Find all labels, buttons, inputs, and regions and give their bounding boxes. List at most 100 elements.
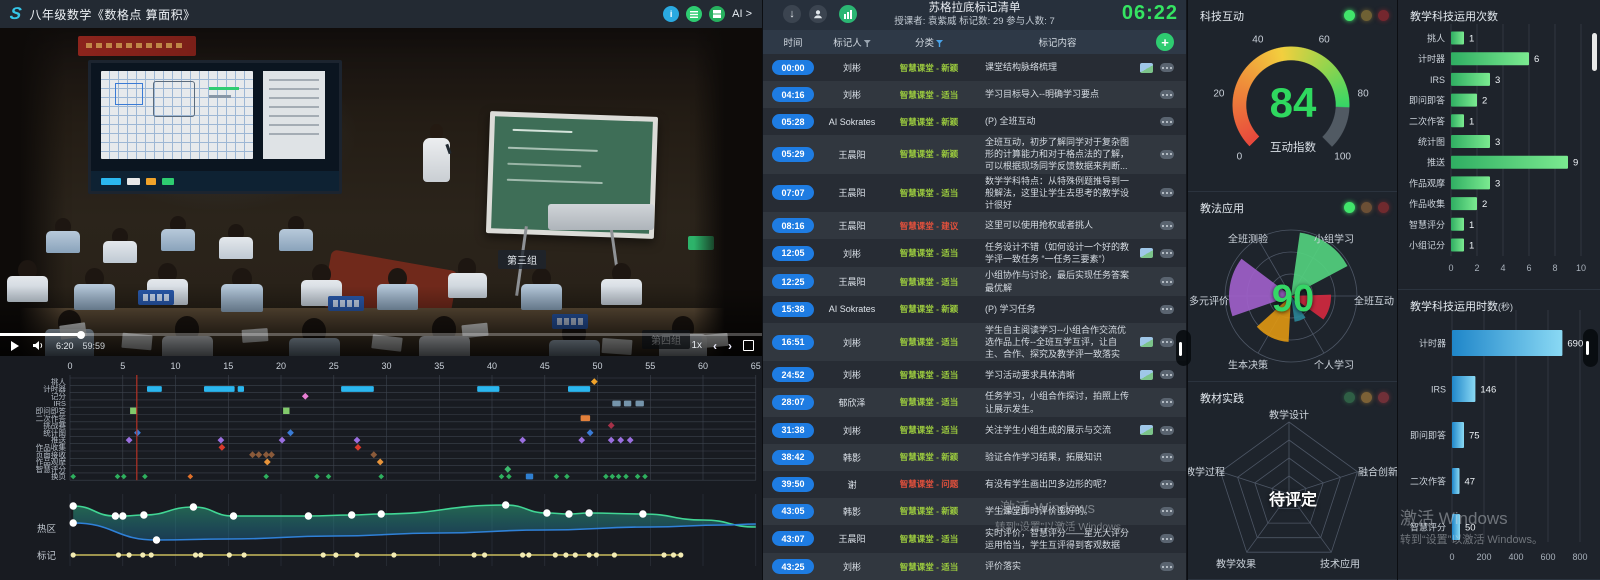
comment-icon[interactable]	[1160, 188, 1174, 197]
list-item[interactable]: 43:25刘彬智慧课堂 - 适当评价落实	[763, 553, 1186, 580]
image-icon[interactable]	[1140, 337, 1153, 347]
panel-material: 教材实践 待评定 教学设计融合创新技术应用教学效果教学过程	[1188, 382, 1397, 580]
comment-icon[interactable]	[1160, 480, 1174, 489]
comment-icon[interactable]	[1160, 117, 1174, 126]
comment-icon[interactable]	[1160, 507, 1174, 516]
comment-icon[interactable]	[1160, 398, 1174, 407]
timeline-mark	[121, 474, 127, 480]
image-icon[interactable]	[1140, 248, 1153, 258]
time-badge[interactable]: 00:00	[772, 60, 814, 75]
time-badge[interactable]: 12:05	[772, 246, 814, 261]
list-item[interactable]: 12:25王晨阳智慧课堂 - 适当小组协作与讨论，最后实现任务答案最优解	[763, 267, 1186, 295]
time-badge[interactable]: 07:07	[772, 185, 814, 200]
svg-text:35: 35	[434, 361, 444, 371]
marker-author: AI Sokrates	[823, 304, 881, 314]
time-badge[interactable]: 31:38	[772, 423, 814, 438]
comment-icon[interactable]	[1160, 249, 1174, 258]
volume-icon[interactable]	[32, 340, 44, 351]
time-badge[interactable]: 39:50	[772, 477, 814, 492]
time-badge[interactable]: 38:42	[772, 450, 814, 465]
speed-button[interactable]: 1x	[691, 340, 702, 351]
time-badge[interactable]: 28:07	[772, 395, 814, 410]
list-item[interactable]: 04:16刘彬智慧课堂 - 适当学习目标导入--明确学习要点	[763, 81, 1186, 108]
filter-icon[interactable]	[864, 40, 871, 47]
svg-text:计时器: 计时器	[1419, 338, 1446, 349]
comment-icon[interactable]	[1160, 370, 1174, 379]
col-category[interactable]: 分类	[881, 35, 977, 49]
radar-axis-label: 教学效果	[1216, 556, 1256, 571]
image-icon[interactable]	[1140, 63, 1153, 73]
scroll-indicator[interactable]	[1176, 330, 1191, 366]
comment-icon[interactable]	[1160, 150, 1174, 159]
time-badge[interactable]: 05:29	[772, 147, 814, 162]
list-item[interactable]: 08:16王晨阳智慧课堂 - 建议这里可以使用抢权或者挑人	[763, 212, 1186, 239]
list-item[interactable]: 28:07郁欣泽智慧课堂 - 适当任务学习，小组合作探讨，拍照上传让展示发生。	[763, 388, 1186, 416]
filter-icon[interactable]	[936, 40, 943, 47]
timeline-mark	[642, 474, 648, 480]
image-icon[interactable]	[1140, 425, 1153, 435]
list-item[interactable]: 31:38刘彬智慧课堂 - 适当关注学生小组生成的展示与交流	[763, 417, 1186, 444]
list-item[interactable]: 16:51刘彬智慧课堂 - 适当学生自主阅读学习--小组合作交流优选作品上传--…	[763, 323, 1186, 362]
add-annotation-button[interactable]: +	[1156, 33, 1174, 51]
comment-icon[interactable]	[1160, 277, 1174, 286]
grid-icon[interactable]	[709, 6, 725, 22]
rose-axis-label: 全班测验	[1228, 231, 1268, 246]
comment-icon[interactable]	[1160, 534, 1174, 543]
time-badge[interactable]: 04:16	[772, 87, 814, 102]
comment-icon[interactable]	[1160, 426, 1174, 435]
prev-icon[interactable]: ‹	[713, 339, 717, 353]
time-badge[interactable]: 08:16	[772, 218, 814, 233]
play-button[interactable]	[11, 341, 19, 351]
list-item[interactable]: 24:52刘彬智慧课堂 - 适当学习活动要求具体清晰	[763, 361, 1186, 388]
ai-button[interactable]: AI >	[732, 8, 752, 20]
svg-text:作品观摩: 作品观摩	[1409, 177, 1445, 188]
comment-icon[interactable]	[1160, 305, 1174, 314]
next-icon[interactable]: ›	[728, 339, 732, 353]
svg-text:0: 0	[67, 361, 72, 371]
time-badge[interactable]: 43:05	[772, 504, 814, 519]
status-dot	[1344, 392, 1355, 403]
col-marker[interactable]: 标记人	[823, 35, 881, 49]
time-badge[interactable]: 43:07	[772, 531, 814, 546]
info-icon[interactable]: i	[663, 6, 679, 22]
time-badge[interactable]: 43:25	[772, 559, 814, 574]
list-item[interactable]: 15:38AI Sokrates智慧课堂 - 新颖(P) 学习任务	[763, 296, 1186, 323]
comment-icon[interactable]	[1160, 221, 1174, 230]
list-item[interactable]: 05:28AI Sokrates智慧课堂 - 新颖(P) 全班互动	[763, 108, 1186, 135]
list-item[interactable]: 00:00刘彬智慧课堂 - 新颖课堂结构脉络梳理	[763, 54, 1186, 81]
video-frame[interactable]: 第三组 第四组 6:20 59:59 1x ‹ ›	[0, 28, 762, 356]
progress-bar[interactable]	[0, 333, 762, 336]
timeline-mark	[354, 437, 361, 444]
comment-icon[interactable]	[1160, 90, 1174, 99]
time-badge[interactable]: 05:28	[772, 114, 814, 129]
image-icon[interactable]	[1140, 370, 1153, 380]
comment-icon[interactable]	[1160, 63, 1174, 72]
comment-icon[interactable]	[1160, 562, 1174, 571]
list-item[interactable]: 05:29王晨阳智慧课堂 - 新颖全班互动，初步了解同学对于复杂图形的计算能力和…	[763, 135, 1186, 174]
list-item[interactable]: 38:42韩影智慧课堂 - 新颖验证合作学习结果，拓展知识	[763, 444, 1186, 471]
download-icon[interactable]: ↓	[783, 5, 801, 23]
comment-icon[interactable]	[1160, 338, 1174, 347]
list-item[interactable]: 39:50谢智慧课堂 - 问题有没有学生画出凹多边形的呢？	[763, 471, 1186, 498]
time-badge[interactable]: 16:51	[772, 335, 814, 350]
time-badge[interactable]: 12:25	[772, 274, 814, 289]
timeline-mark	[499, 474, 505, 480]
scrollbar-thumb[interactable]	[1592, 33, 1597, 71]
panel-subtitle: 授课者: 袁紫威 标记数: 29 参与人数: 7	[823, 15, 1126, 28]
marker-dot	[526, 552, 531, 557]
svg-text:6: 6	[1534, 54, 1539, 65]
list-item[interactable]: 12:05刘彬智慧课堂 - 适当任务设计不错（如何设计一个好的教学评一致任务 “…	[763, 239, 1186, 267]
comment-icon[interactable]	[1160, 453, 1174, 462]
list-item[interactable]: 43:05韩影智慧课堂 - 新颖学生课堂即时评价蛮好的。	[763, 498, 1186, 525]
time-badge[interactable]: 15:38	[772, 302, 814, 317]
list-item[interactable]: 43:07王晨阳智慧课堂 - 适当实时评价，智慧评分——星光大评分运用恰当，学生…	[763, 525, 1186, 553]
activity-timeline-chart[interactable]: 05101520253035404550556065挑人计时器记分IRS即问即答…	[0, 356, 762, 580]
list-item[interactable]: 07:07王晨阳智慧课堂 - 适当数学学科特点：从特殊例题推导到一般解法，这里让…	[763, 174, 1186, 213]
scroll-indicator[interactable]	[1583, 329, 1598, 367]
bar	[1451, 197, 1477, 210]
fullscreen-icon[interactable]	[743, 340, 754, 351]
svg-text:3: 3	[1495, 75, 1500, 86]
marker-author: 王晨阳	[823, 275, 881, 288]
menu-icon[interactable]	[686, 6, 702, 22]
time-badge[interactable]: 24:52	[772, 367, 814, 382]
